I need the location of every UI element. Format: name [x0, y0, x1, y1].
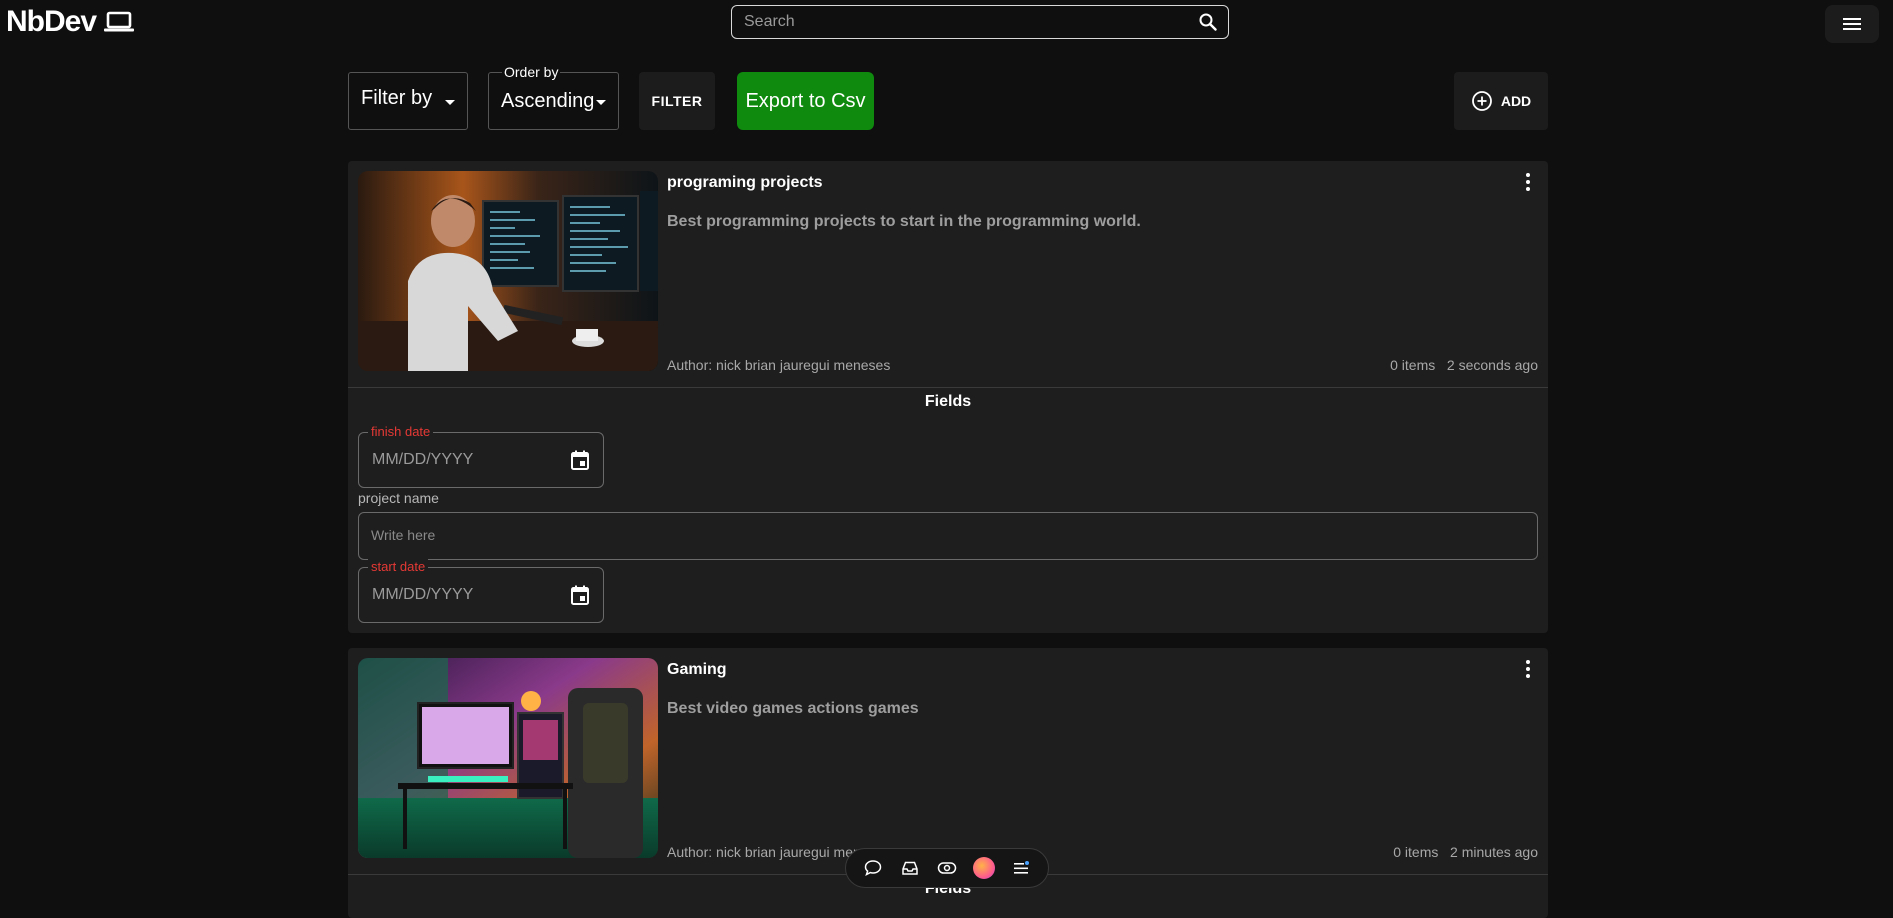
brand-logo[interactable]: NbDev	[6, 5, 135, 39]
search-button[interactable]	[1188, 7, 1228, 37]
card-timestamp: 2 seconds ago	[1446, 357, 1538, 373]
chevron-down-icon	[596, 100, 606, 105]
floating-dock	[845, 848, 1049, 888]
card-meta: 0 items 2 seconds ago	[1390, 357, 1538, 373]
start-date-label: start date	[368, 559, 429, 574]
more-options-icon[interactable]	[1518, 171, 1538, 193]
add-circle-icon	[1471, 91, 1492, 111]
card-item-count: 0 items	[1393, 844, 1439, 860]
menu-icon	[1843, 18, 1861, 30]
more-options-icon[interactable]	[1518, 658, 1538, 680]
gaming-setup-photo	[358, 658, 658, 858]
finish-date-label: finish date	[368, 424, 434, 439]
project-name-input[interactable]	[358, 512, 1538, 560]
brand-name[interactable]: NbDev	[6, 5, 97, 39]
project-name-label: project name	[358, 490, 439, 506]
card-item-count: 0 items	[1390, 357, 1436, 373]
filter-by-select[interactable]: Filter by	[348, 72, 468, 130]
card-meta: 0 items 2 minutes ago	[1393, 844, 1538, 860]
calendar-icon[interactable]	[569, 584, 591, 606]
list-icon	[1014, 861, 1030, 874]
toolbar: Filter by Order by Ascending FILTER Expo…	[348, 64, 1548, 132]
export-csv-button[interactable]: Export to Csv	[737, 72, 874, 130]
finish-date-value: MM/DD/YYYY	[372, 451, 474, 468]
card-timestamp: 2 minutes ago	[1450, 844, 1538, 860]
filter-by-label: Filter by	[361, 86, 433, 109]
card-image[interactable]	[358, 658, 658, 858]
collection-card: programing projects Best programming pro…	[348, 161, 1548, 633]
app-header: NbDev	[0, 0, 1893, 46]
avatar-button[interactable]	[972, 856, 996, 880]
card-description: Best programming projects to start in th…	[667, 213, 1141, 230]
fields-heading: Fields	[924, 393, 972, 410]
inbox-icon	[902, 861, 918, 875]
start-date-field[interactable]: start date MM/DD/YYYY	[358, 559, 604, 623]
order-by-select[interactable]: Order by Ascending	[488, 64, 619, 130]
card-description: Best video games actions games	[667, 700, 919, 717]
list-button[interactable]	[1009, 856, 1033, 880]
search-bar	[731, 5, 1229, 39]
hamburger-menu-button[interactable]	[1825, 5, 1879, 43]
card-image[interactable]	[358, 171, 658, 371]
filter-button[interactable]: FILTER	[639, 72, 715, 130]
card-title[interactable]: programing projects	[667, 174, 823, 192]
avatar-orb	[973, 857, 996, 879]
card-title[interactable]: Gaming	[667, 661, 727, 679]
laptop-icon	[104, 11, 135, 32]
start-date-value: MM/DD/YYYY	[372, 586, 474, 603]
order-by-legend: Order by	[502, 64, 561, 80]
programmer-photo	[358, 171, 658, 371]
chat-icon	[864, 860, 881, 876]
search-icon	[1199, 13, 1217, 31]
calendar-icon[interactable]	[569, 449, 591, 471]
finish-date-field[interactable]: finish date MM/DD/YYYY	[358, 424, 604, 488]
divider	[348, 387, 1548, 388]
order-by-value: Ascending	[501, 89, 595, 112]
add-button-label: ADD	[1500, 93, 1532, 109]
chevron-down-icon	[445, 100, 455, 105]
eye-icon	[937, 862, 957, 874]
add-button[interactable]: ADD	[1454, 72, 1548, 130]
chat-button[interactable]	[861, 856, 885, 880]
visibility-button[interactable]	[935, 856, 959, 880]
search-input[interactable]	[732, 13, 1188, 31]
card-author: Author: nick brian jauregui meneses	[667, 357, 891, 373]
inbox-button[interactable]	[898, 856, 922, 880]
